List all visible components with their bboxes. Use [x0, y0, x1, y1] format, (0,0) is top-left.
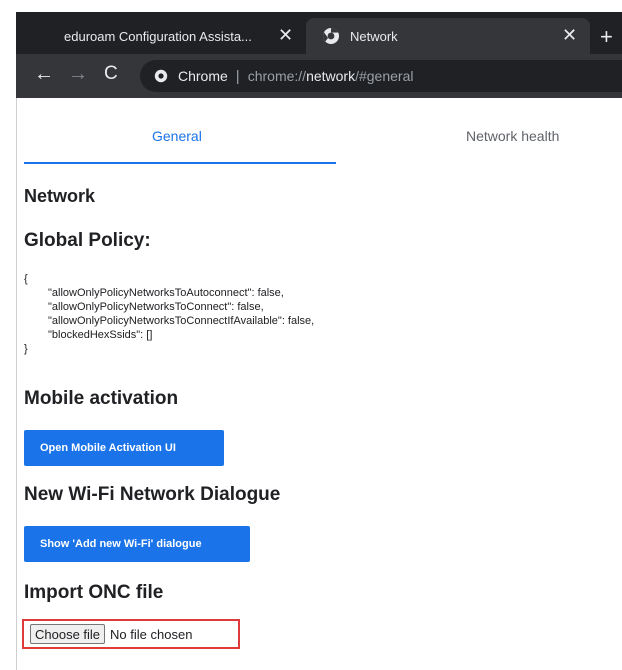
tab-network-health[interactable]: Network health: [466, 128, 559, 144]
browser-toolbar: ← → C Chrome | chrome://network/#general: [16, 54, 622, 98]
omnibox-separator: |: [235, 67, 240, 85]
forward-arrow-icon[interactable]: →: [68, 64, 88, 84]
address-bar[interactable]: Chrome | chrome://network/#general: [140, 60, 622, 92]
tab-general[interactable]: General: [152, 128, 202, 144]
open-mobile-activation-button[interactable]: Open Mobile Activation UI: [24, 430, 224, 466]
close-tab-icon[interactable]: ✕: [278, 26, 293, 44]
file-status-text: No file chosen: [110, 626, 193, 642]
url-text: chrome://network/#general: [248, 68, 414, 84]
json-close-brace: }: [24, 343, 28, 355]
page-content: General Network health Network Global Po…: [16, 98, 622, 670]
json-line: "allowOnlyPolicyNetworksToAutoconnect": …: [48, 287, 284, 299]
url-path: /#general: [355, 68, 414, 84]
choose-file-button[interactable]: Choose file: [30, 624, 106, 644]
chrome-site-icon: [154, 69, 168, 83]
show-add-wifi-button[interactable]: Show 'Add new Wi-Fi' dialogue: [24, 526, 250, 562]
url-host: network: [306, 68, 356, 84]
reload-icon[interactable]: C: [104, 64, 118, 83]
new-tab-icon[interactable]: +: [600, 26, 613, 48]
json-line: "blockedHexSsids": []: [48, 329, 153, 341]
global-policy-heading: Global Policy:: [24, 230, 151, 251]
page-tabs: General Network health: [16, 98, 622, 164]
browser-tab-label: Network: [350, 28, 398, 44]
url-scheme: chrome://: [247, 68, 307, 84]
global-policy-json: { "allowOnlyPolicyNetworksToAutoconnect"…: [24, 272, 314, 356]
chrome-favicon-icon: [322, 27, 339, 44]
json-line: "allowOnlyPolicyNetworksToConnect": fals…: [48, 301, 264, 313]
mobile-activation-heading: Mobile activation: [24, 388, 179, 409]
network-heading: Network: [24, 186, 96, 206]
browser-tab-eduroam[interactable]: eduroam Configuration Assista... ✕: [16, 18, 302, 54]
back-arrow-icon[interactable]: ←: [34, 64, 54, 84]
site-label: Chrome: [178, 68, 228, 84]
import-onc-heading: Import ONC file: [24, 582, 164, 603]
wifi-dialogue-heading: New Wi-Fi Network Dialogue: [24, 484, 281, 505]
onc-file-input[interactable]: Choose file No file chosen: [22, 619, 240, 649]
screenshot-frame: eduroam Configuration Assista... ✕ Netwo…: [0, 0, 622, 670]
selected-tab-indicator: [24, 162, 336, 164]
browser-tab-strip: eduroam Configuration Assista... ✕ Netwo…: [16, 12, 622, 54]
json-open-brace: {: [24, 273, 28, 285]
browser-tab-label: eduroam Configuration Assista...: [64, 28, 252, 44]
content-border: [16, 98, 17, 670]
browser-tab-network[interactable]: Network ✕: [306, 18, 590, 54]
json-line: "allowOnlyPolicyNetworksToConnectIfAvail…: [48, 315, 315, 327]
close-tab-icon[interactable]: ✕: [562, 26, 577, 44]
